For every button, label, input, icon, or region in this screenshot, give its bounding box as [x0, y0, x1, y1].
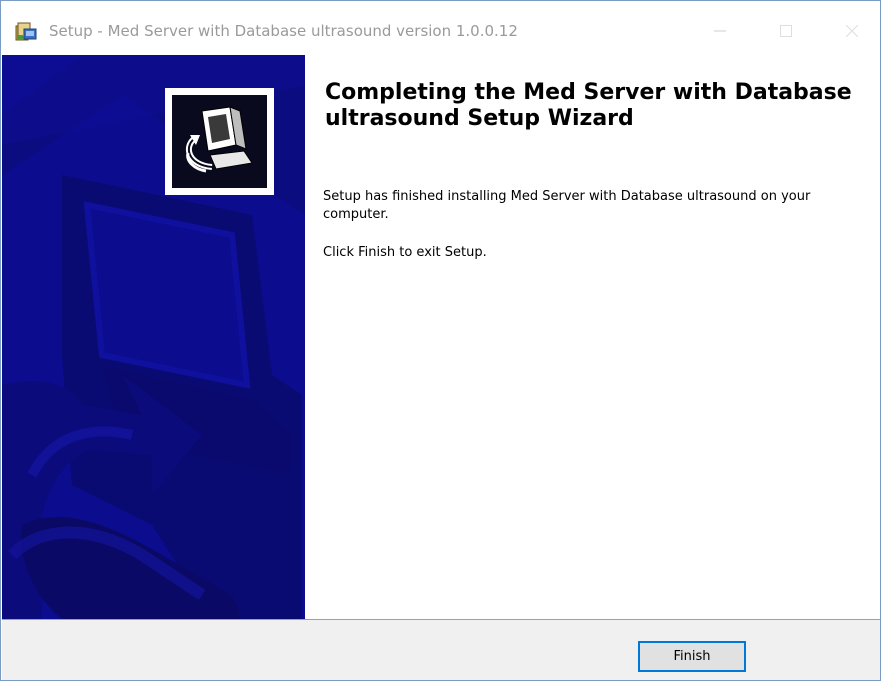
setup-computer-logo — [172, 95, 267, 188]
wizard-heading: Completing the Med Server with Database … — [325, 80, 852, 131]
completion-message: Setup has finished installing Med Server… — [323, 189, 811, 222]
maximize-button[interactable] — [763, 11, 809, 51]
exit-instruction: Click Finish to exit Setup. — [323, 245, 487, 260]
close-button[interactable] — [829, 11, 875, 51]
installer-icon — [15, 20, 39, 42]
close-icon — [846, 25, 858, 37]
setup-logo-frame — [165, 88, 274, 195]
minimize-button[interactable] — [697, 11, 743, 51]
wizard-footer: Finish — [2, 619, 880, 680]
window-title: Setup - Med Server with Database ultraso… — [49, 22, 518, 40]
finish-button[interactable]: Finish — [638, 641, 746, 672]
wizard-content: Completing the Med Server with Database … — [305, 55, 880, 619]
title-bar[interactable]: Setup - Med Server with Database ultraso… — [1, 1, 880, 55]
maximize-icon — [780, 25, 792, 37]
setup-wizard-window: Setup - Med Server with Database ultraso… — [0, 0, 881, 681]
minimize-icon — [714, 30, 726, 32]
